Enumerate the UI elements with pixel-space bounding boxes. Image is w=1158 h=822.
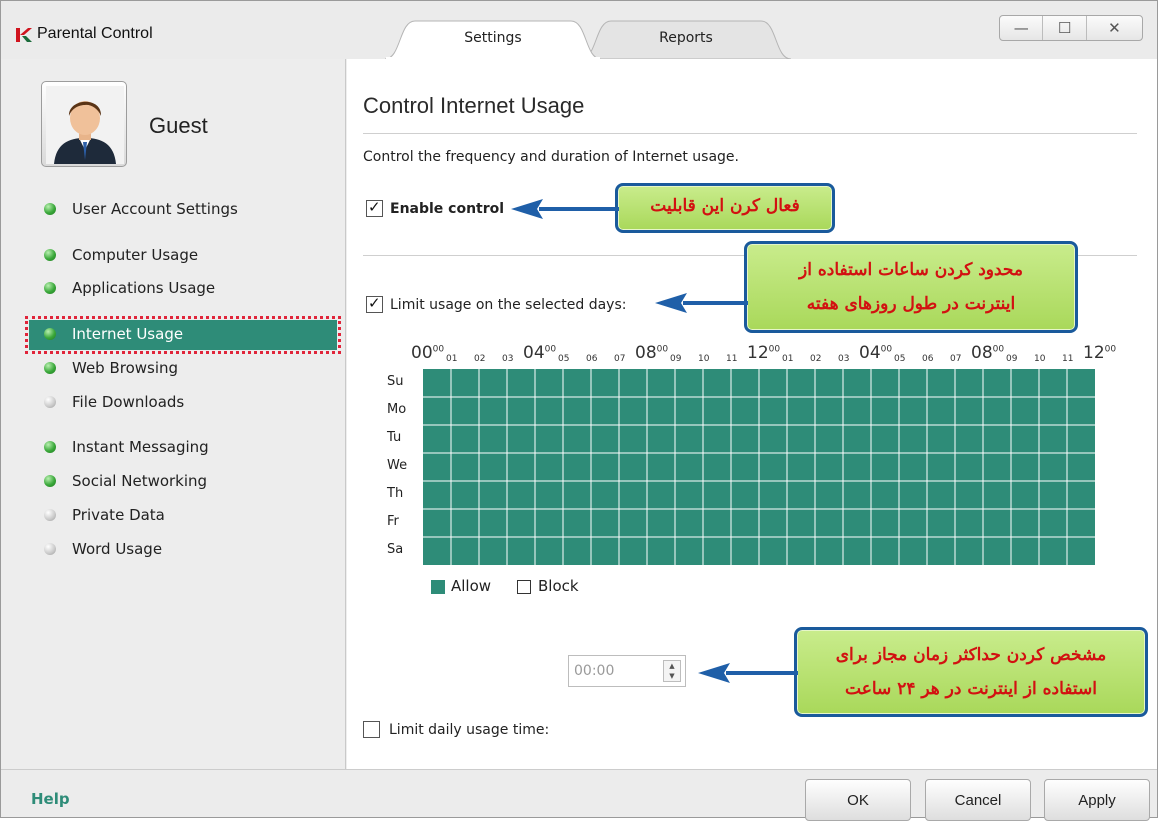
callout-daily-line1: مشخص کردن حداکثر زمان مجاز برای — [835, 645, 1107, 665]
title-divider — [363, 133, 1137, 134]
day-label-tu: Tu — [387, 430, 402, 445]
callout-enable-text: فعال کرن این قابلیت — [650, 196, 800, 216]
time-spinner[interactable]: ▲ ▼ — [663, 660, 681, 682]
sidebar-item-label: Web Browsing — [72, 359, 179, 377]
enable-control-label: Enable control — [390, 201, 505, 217]
limit-daily-checkbox[interactable] — [363, 721, 380, 738]
callout-limit-days: محدود کردن ساعات استفاده از اینترنت در ط… — [744, 241, 1078, 333]
sidebar-item-file-downloads[interactable]: File Downloads — [29, 388, 337, 418]
page-title: Control Internet Usage — [363, 93, 585, 118]
sidebar-item-label: User Account Settings — [72, 200, 238, 218]
ok-button[interactable]: OK — [805, 779, 911, 821]
day-label-we: We — [387, 458, 408, 473]
allow-legend-label: Allow — [451, 577, 492, 595]
daily-time-input[interactable]: 00:00 ▲ ▼ — [568, 655, 686, 687]
status-dot-icon — [44, 328, 56, 340]
limit-days-checkbox[interactable]: ✓ — [366, 294, 383, 313]
status-dot-icon — [44, 396, 56, 408]
sidebar-item-user-account-settings[interactable]: User Account Settings — [29, 195, 337, 225]
checkmark-icon: ✓ — [368, 294, 381, 312]
sidebar-item-computer-usage[interactable]: Computer Usage — [29, 241, 337, 271]
day-label-sa: Sa — [387, 542, 404, 557]
arrow-left-icon — [655, 293, 748, 313]
block-legend-swatch — [517, 580, 531, 594]
sidebar-item-applications-usage[interactable]: Applications Usage — [29, 274, 337, 304]
close-button[interactable]: ✕ — [1087, 16, 1142, 40]
page-description: Control the frequency and duration of In… — [363, 149, 739, 165]
tab-settings[interactable]: Settings — [385, 19, 601, 59]
bottom-bar: Help OK Cancel Apply — [1, 769, 1157, 821]
tab-reports[interactable]: Reports — [581, 19, 791, 59]
callout-days-line1: محدود کردن ساعات استفاده از — [798, 260, 1024, 280]
callout-days-line2: اینترنت در طول روزهای هفته — [806, 294, 1016, 314]
sidebar-item-label: Instant Messaging — [72, 438, 209, 456]
status-dot-icon — [44, 543, 56, 555]
sidebar-item-label: Applications Usage — [72, 279, 216, 297]
limit-daily-label: Limit daily usage time: — [389, 722, 550, 738]
avatar[interactable] — [41, 81, 127, 167]
status-dot-icon — [44, 282, 56, 294]
status-dot-icon — [44, 509, 56, 521]
arrow-left-icon — [698, 663, 798, 683]
day-label-su: Su — [387, 374, 404, 389]
status-dot-icon — [44, 441, 56, 453]
user-name: Guest — [149, 113, 208, 138]
tab-reports-label: Reports — [659, 30, 713, 46]
apply-button[interactable]: Apply — [1044, 779, 1150, 821]
spin-up-icon[interactable]: ▲ — [669, 662, 674, 670]
sidebar-item-label: Private Data — [72, 506, 165, 524]
enable-control-checkbox[interactable]: ✓ — [366, 198, 383, 217]
parental-control-window: Parental Control Reports Settings — ☐ ✕ — [0, 0, 1158, 821]
cancel-button[interactable]: Cancel — [925, 779, 1031, 821]
status-dot-icon — [44, 249, 56, 261]
spin-down-icon[interactable]: ▼ — [669, 672, 674, 680]
limit-days-label: Limit usage on the selected days: — [390, 297, 627, 313]
callout-daily-line2: استفاده از اینترنت در هر ۲۴ ساعت — [845, 679, 1097, 699]
day-label-th: Th — [387, 486, 404, 501]
sidebar-item-social-networking[interactable]: Social Networking — [29, 467, 337, 497]
status-dot-icon — [44, 362, 56, 374]
sidebar-item-label: Word Usage — [72, 540, 163, 558]
title-bar: Parental Control Reports Settings — ☐ ✕ — [1, 1, 1157, 59]
sidebar: Guest User Account Settings Computer Usa… — [1, 59, 346, 769]
checkmark-icon: ✓ — [368, 198, 381, 216]
allow-legend-swatch — [431, 580, 445, 594]
day-label-fr: Fr — [387, 514, 399, 529]
callout-enable: فعال کرن این قابلیت — [615, 183, 835, 233]
window-controls: — ☐ ✕ — [999, 15, 1143, 41]
callout-limit-daily: مشخص کردن حداکثر زمان مجاز برای استفاده … — [794, 627, 1148, 717]
arrow-left-icon — [511, 199, 619, 219]
sidebar-item-label: Social Networking — [72, 472, 208, 490]
schedule-grid[interactable] — [423, 369, 1095, 565]
sidebar-item-instant-messaging[interactable]: Instant Messaging — [29, 433, 337, 463]
sidebar-item-label: Internet Usage — [72, 325, 184, 343]
tab-settings-label: Settings — [464, 30, 522, 46]
block-legend-label: Block — [538, 577, 579, 595]
help-link[interactable]: Help — [31, 790, 70, 808]
user-avatar-icon — [46, 86, 124, 164]
minimize-button[interactable]: — — [1000, 16, 1044, 40]
sidebar-item-web-browsing[interactable]: Web Browsing — [29, 354, 337, 384]
sidebar-item-private-data[interactable]: Private Data — [29, 501, 337, 531]
sidebar-item-label: File Downloads — [72, 393, 185, 411]
window-title: Parental Control — [37, 25, 153, 42]
status-dot-icon — [44, 475, 56, 487]
daily-time-value: 00:00 — [574, 663, 615, 679]
status-dot-icon — [44, 203, 56, 215]
maximize-button[interactable]: ☐ — [1043, 16, 1087, 40]
sidebar-item-word-usage[interactable]: Word Usage — [29, 535, 337, 565]
day-label-mo: Mo — [387, 402, 407, 417]
sidebar-item-internet-usage[interactable]: Internet Usage — [25, 316, 341, 354]
sidebar-item-label: Computer Usage — [72, 246, 199, 264]
kaspersky-logo-icon — [16, 28, 32, 42]
